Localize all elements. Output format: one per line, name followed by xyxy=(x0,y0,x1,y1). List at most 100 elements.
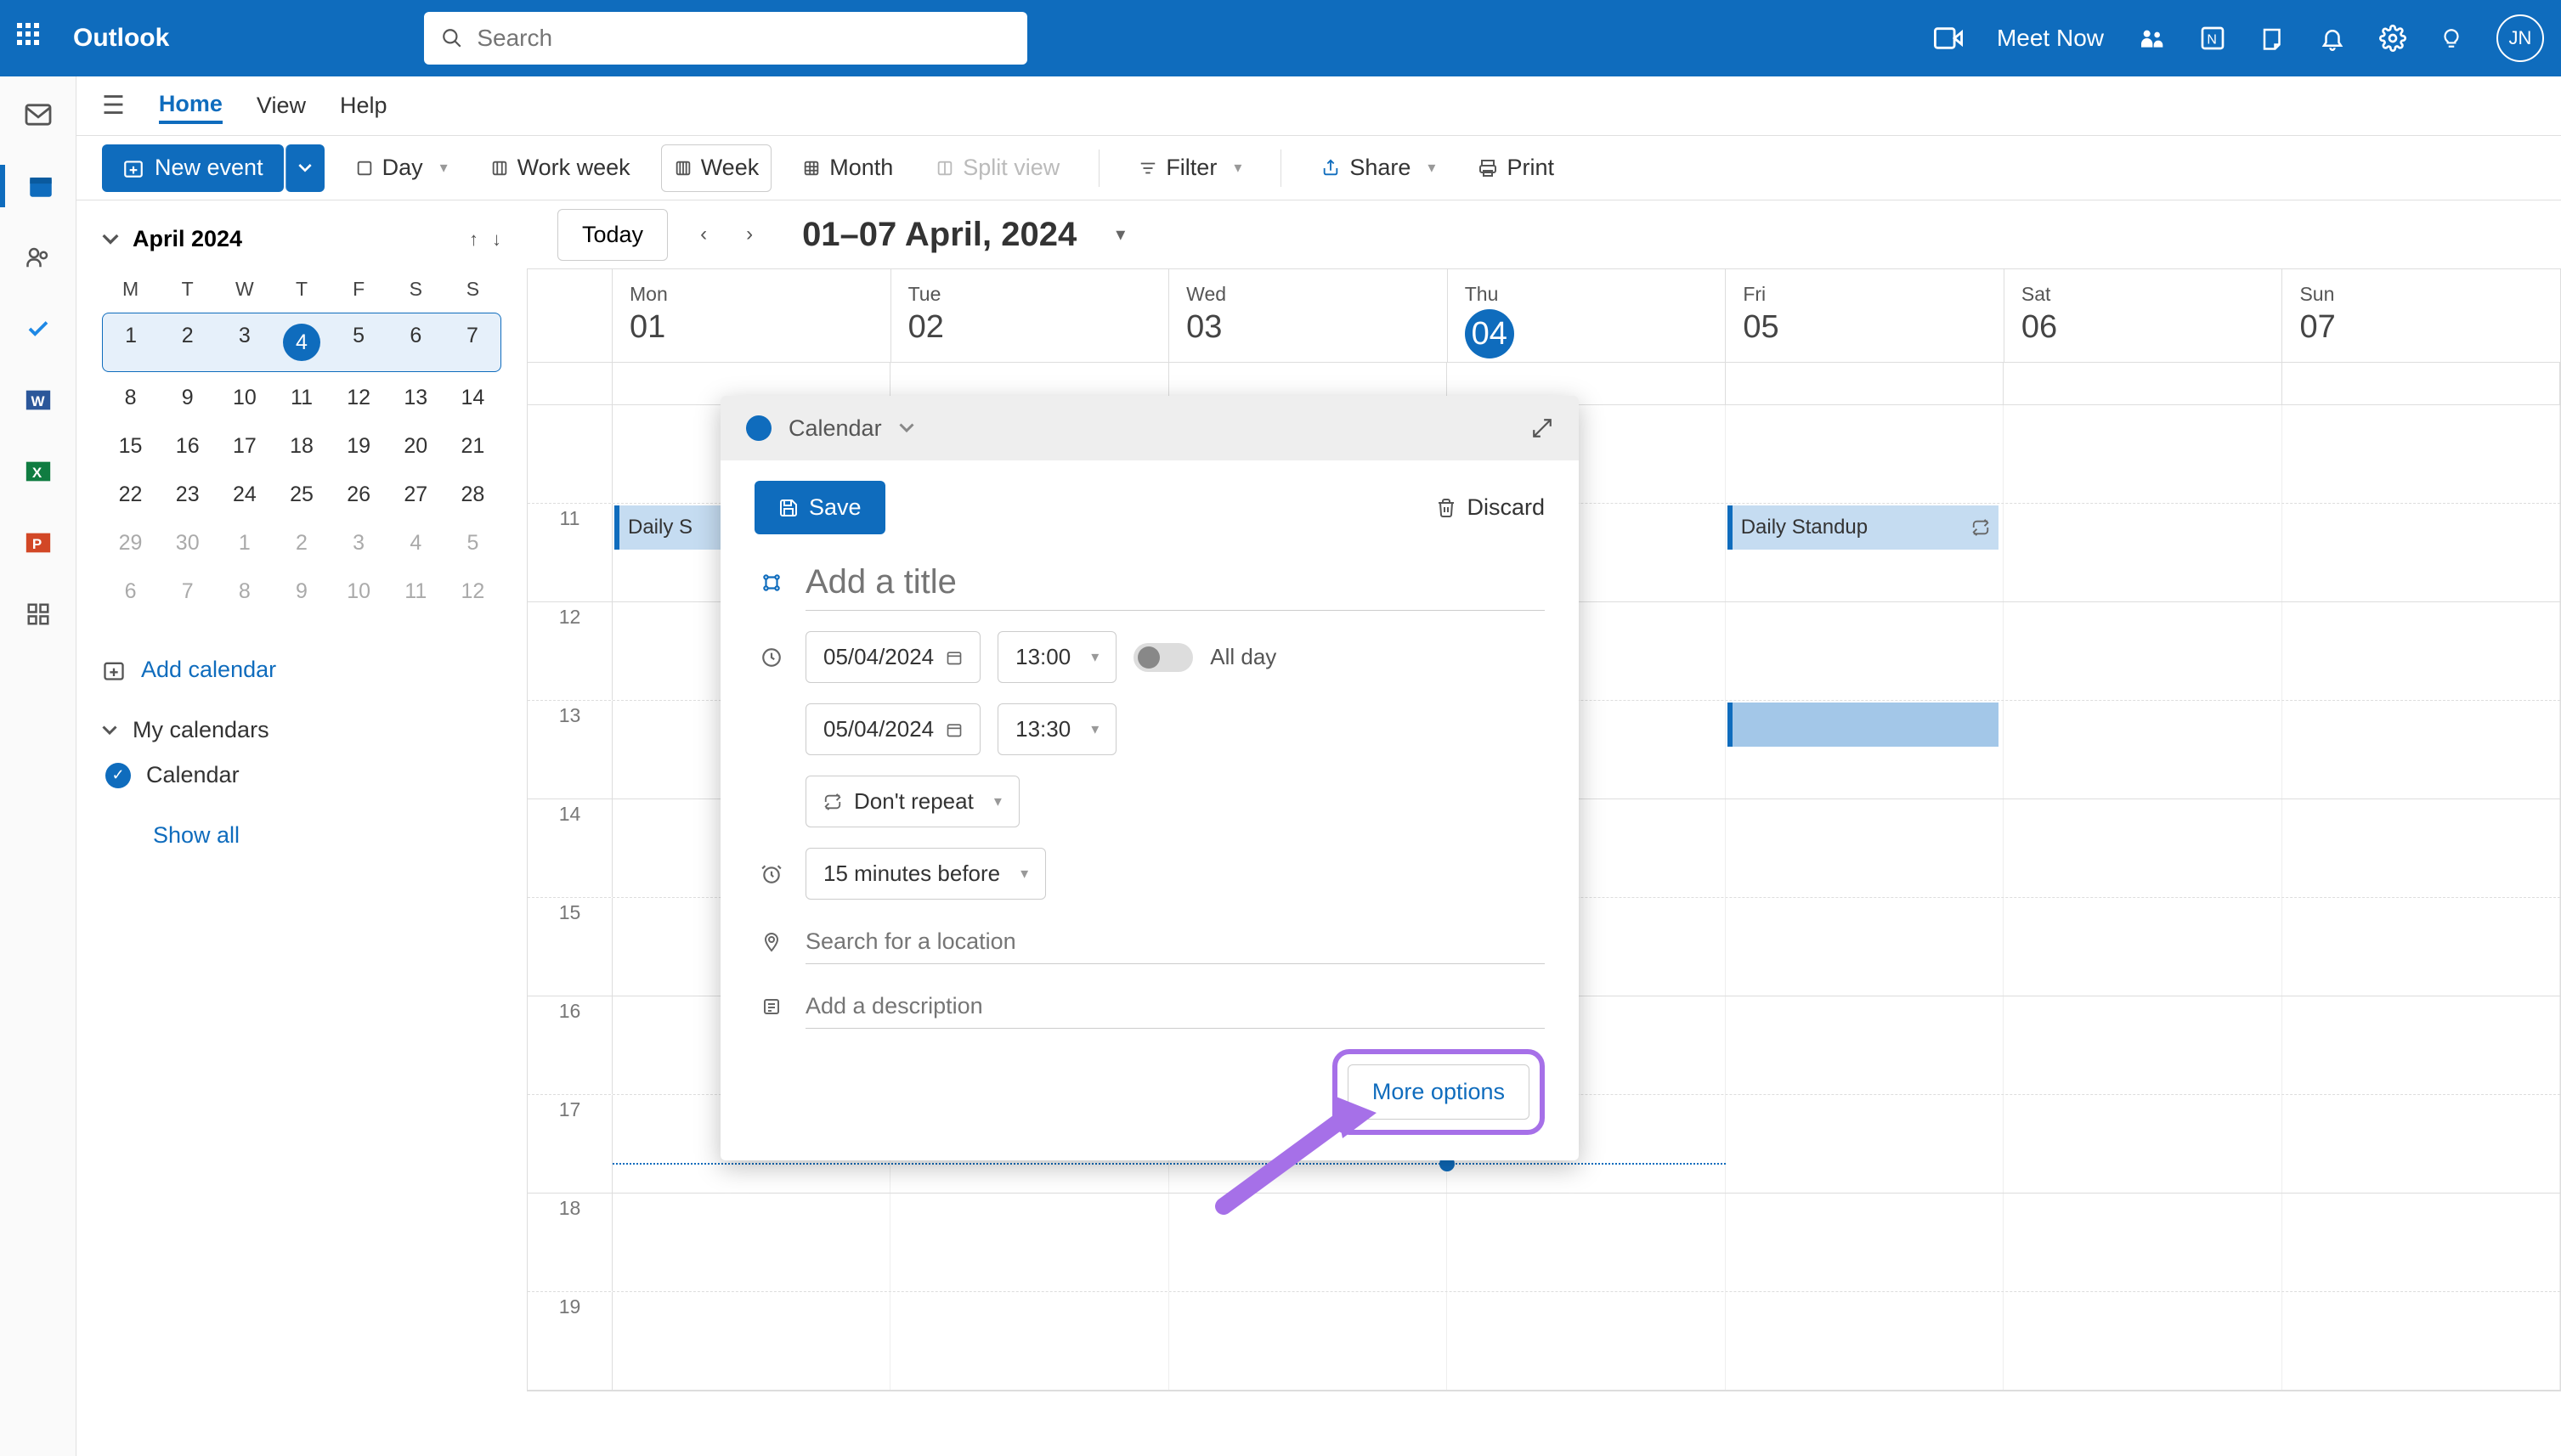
week-view-button[interactable]: Week xyxy=(661,144,772,192)
description-input[interactable] xyxy=(806,985,1545,1029)
time-cell[interactable] xyxy=(1726,405,2004,503)
time-cell[interactable] xyxy=(1726,1095,2004,1193)
day-header[interactable]: Mon01 xyxy=(613,269,891,362)
time-cell[interactable] xyxy=(2004,1292,2281,1390)
time-cell[interactable] xyxy=(2004,1095,2281,1193)
mini-cal-day[interactable]: 3 xyxy=(216,313,273,372)
app-launcher-icon[interactable] xyxy=(17,23,48,54)
mini-cal-day[interactable]: 16 xyxy=(159,424,216,469)
filter-button[interactable]: Filter ▾ xyxy=(1127,144,1253,192)
time-cell[interactable] xyxy=(1726,799,2004,897)
time-cell[interactable] xyxy=(2282,504,2560,601)
meet-now-button[interactable]: Meet Now xyxy=(1997,25,2104,52)
mini-cal-day[interactable]: 10 xyxy=(331,569,387,614)
time-cell[interactable] xyxy=(2004,405,2281,503)
mini-cal-day[interactable]: 23 xyxy=(159,472,216,517)
mini-cal-day[interactable]: 11 xyxy=(387,569,444,614)
time-cell[interactable] xyxy=(2282,405,2560,503)
mini-cal-day[interactable]: 4 xyxy=(273,313,330,372)
mini-cal-day[interactable]: 29 xyxy=(102,521,159,566)
time-cell[interactable] xyxy=(1726,996,2004,1094)
mini-cal-day[interactable]: 6 xyxy=(387,313,444,372)
word-rail-icon[interactable]: W xyxy=(0,379,76,421)
reminder-field[interactable]: 15 minutes before ▾ xyxy=(806,848,1046,900)
flyout-calendar-label[interactable]: Calendar xyxy=(789,415,882,442)
time-cell[interactable] xyxy=(613,1194,890,1291)
mini-cal-day[interactable]: 9 xyxy=(159,375,216,420)
time-cell[interactable] xyxy=(2282,1292,2560,1390)
chevron-down-icon[interactable]: ▾ xyxy=(1116,223,1125,245)
day-header[interactable]: Fri05 xyxy=(1726,269,2004,362)
mini-cal-day[interactable]: 22 xyxy=(102,472,159,517)
mini-cal-day[interactable]: 1 xyxy=(102,313,159,372)
mini-cal-day[interactable]: 4 xyxy=(387,521,444,566)
people-rail-icon[interactable] xyxy=(0,236,76,279)
settings-icon[interactable] xyxy=(2379,25,2406,52)
time-cell[interactable] xyxy=(613,1292,890,1390)
mini-cal-day[interactable]: 18 xyxy=(273,424,330,469)
mini-cal-day[interactable]: 27 xyxy=(387,472,444,517)
mini-cal-day[interactable]: 6 xyxy=(102,569,159,614)
video-icon[interactable] xyxy=(1934,27,1963,49)
end-time-field[interactable]: 13:30 ▾ xyxy=(998,703,1117,755)
mini-cal-day[interactable]: 12 xyxy=(444,569,501,614)
time-cell[interactable] xyxy=(2282,1095,2560,1193)
mini-cal-day[interactable]: 2 xyxy=(159,313,216,372)
day-view-button[interactable]: Day ▾ xyxy=(343,144,460,192)
mini-cal-day[interactable]: 5 xyxy=(331,313,387,372)
mini-cal-day[interactable]: 11 xyxy=(273,375,330,420)
search-input[interactable] xyxy=(477,25,1010,52)
mini-cal-day[interactable]: 30 xyxy=(159,521,216,566)
mini-cal-day[interactable]: 28 xyxy=(444,472,501,517)
mini-cal-day[interactable]: 19 xyxy=(331,424,387,469)
mini-cal-day[interactable]: 24 xyxy=(216,472,273,517)
time-cell[interactable] xyxy=(2004,602,2281,700)
account-avatar[interactable]: JN xyxy=(2496,14,2544,62)
onenote-icon[interactable]: N xyxy=(2199,25,2226,52)
mini-cal-day[interactable]: 10 xyxy=(216,375,273,420)
time-cell[interactable] xyxy=(2282,701,2560,799)
lightbulb-icon[interactable] xyxy=(2440,25,2462,52)
mini-cal-day[interactable]: 14 xyxy=(444,375,501,420)
excel-rail-icon[interactable]: X xyxy=(0,450,76,493)
today-button[interactable]: Today xyxy=(557,209,668,261)
time-cell[interactable] xyxy=(2282,1194,2560,1291)
repeat-field[interactable]: Don't repeat ▾ xyxy=(806,776,1020,827)
mini-cal-day[interactable]: 1 xyxy=(216,521,273,566)
month-view-button[interactable]: Month xyxy=(790,144,905,192)
time-cell[interactable] xyxy=(2004,799,2281,897)
day-header[interactable]: Sun07 xyxy=(2282,269,2560,362)
new-event-dropdown[interactable] xyxy=(285,144,325,192)
time-cell[interactable] xyxy=(1447,1292,1725,1390)
time-cell[interactable] xyxy=(1726,1292,2004,1390)
mini-cal-day[interactable]: 5 xyxy=(444,521,501,566)
day-header[interactable]: Sat06 xyxy=(2004,269,2283,362)
location-input[interactable] xyxy=(806,920,1545,964)
mini-cal-day[interactable]: 8 xyxy=(216,569,273,614)
next-week-button[interactable]: › xyxy=(739,223,760,246)
expand-icon[interactable] xyxy=(1531,417,1553,439)
day-header[interactable]: Wed03 xyxy=(1169,269,1448,362)
time-cell[interactable] xyxy=(890,1194,1168,1291)
tab-view[interactable]: View xyxy=(257,89,306,122)
mini-cal-day[interactable]: 13 xyxy=(387,375,444,420)
mini-cal-day[interactable]: 25 xyxy=(273,472,330,517)
chevron-down-icon[interactable] xyxy=(899,423,914,433)
time-cell[interactable] xyxy=(1726,1194,2004,1291)
mini-cal-day[interactable]: 2 xyxy=(273,521,330,566)
day-header[interactable]: Tue02 xyxy=(891,269,1170,362)
time-cell[interactable] xyxy=(2004,1194,2281,1291)
hamburger-menu-icon[interactable]: ☰ xyxy=(102,91,125,121)
new-event-button[interactable]: New event xyxy=(102,144,284,192)
time-cell[interactable] xyxy=(2282,996,2560,1094)
tab-help[interactable]: Help xyxy=(340,89,387,122)
tab-home[interactable]: Home xyxy=(159,87,223,124)
search-box[interactable] xyxy=(424,12,1027,65)
work-week-view-button[interactable]: Work week xyxy=(478,144,642,192)
time-cell[interactable] xyxy=(2004,504,2281,601)
time-cell[interactable] xyxy=(1726,898,2004,996)
print-button[interactable]: Print xyxy=(1466,144,1566,192)
new-event-slot[interactable] xyxy=(1727,703,1998,747)
time-cell[interactable] xyxy=(1447,1194,1725,1291)
title-input[interactable] xyxy=(806,555,1545,611)
